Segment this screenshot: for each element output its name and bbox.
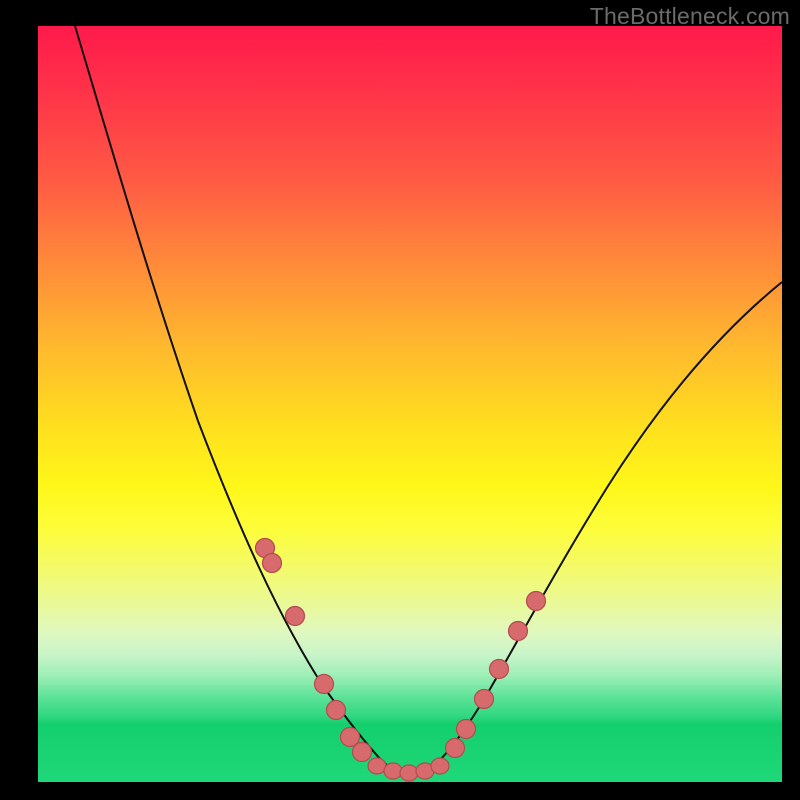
marker-dot bbox=[431, 758, 449, 774]
left-descending-curve bbox=[75, 26, 383, 762]
marker-dot bbox=[509, 622, 528, 641]
marker-dot bbox=[315, 675, 334, 694]
floor-markers bbox=[368, 758, 449, 781]
marker-dot bbox=[327, 701, 346, 720]
marker-dot bbox=[263, 554, 282, 573]
marker-dot bbox=[368, 758, 386, 774]
marker-dot bbox=[446, 739, 465, 758]
right-ascending-curve bbox=[438, 282, 782, 762]
marker-dot bbox=[490, 660, 509, 679]
marker-dot bbox=[384, 763, 402, 779]
marker-dot bbox=[353, 743, 372, 762]
marker-dot bbox=[475, 690, 494, 709]
marker-dot bbox=[527, 592, 546, 611]
marker-dot bbox=[457, 720, 476, 739]
left-markers bbox=[256, 539, 372, 762]
chart-stage: TheBottleneck.com bbox=[0, 0, 800, 800]
marker-dot bbox=[400, 765, 418, 781]
chart-svg bbox=[38, 26, 782, 782]
plot-area bbox=[38, 26, 782, 782]
marker-dot bbox=[286, 607, 305, 626]
